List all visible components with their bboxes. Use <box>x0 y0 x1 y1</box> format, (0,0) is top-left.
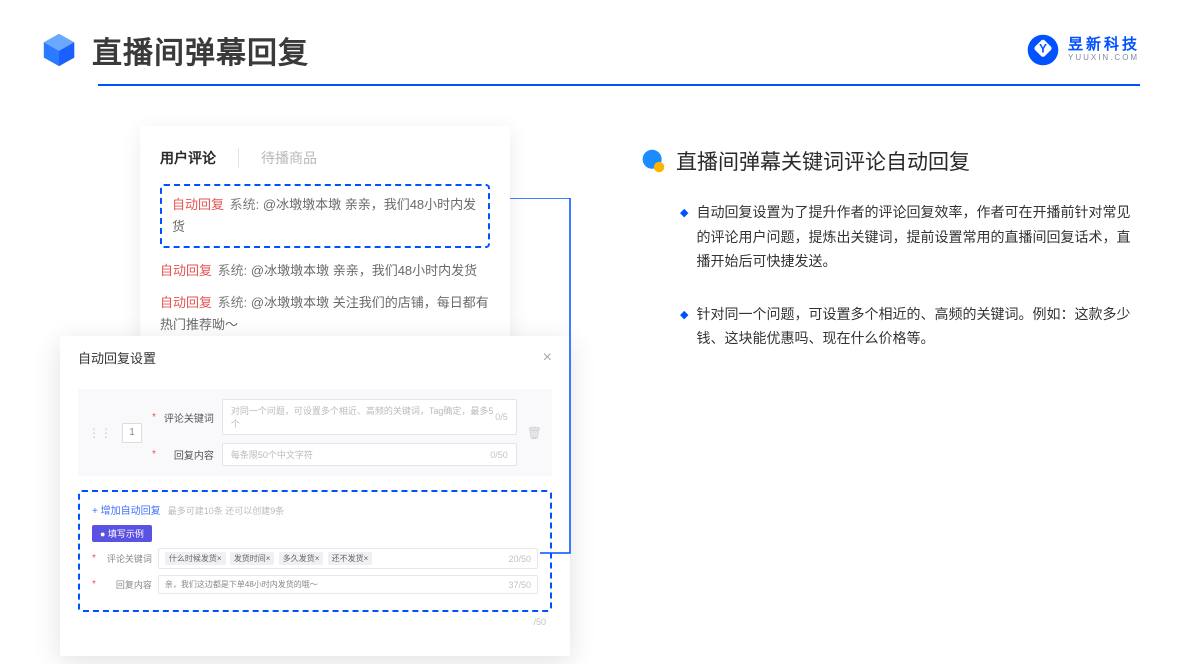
page-header: 直播间弹幕回复 Y 昱新科技 YUUXIN.COM <box>0 0 1180 72</box>
add-reply-hint: 最多可建10条 还可以创建9条 <box>168 506 285 516</box>
brand-logo-text: 昱新科技 YUUXIN.COM <box>1068 37 1140 62</box>
keyword-counter: 0/5 <box>495 412 508 422</box>
example-badge: ● 填写示例 <box>92 525 152 542</box>
ex-content-label: 回复内容 <box>102 578 152 591</box>
ex-keyword-input[interactable]: 什么时候发货× 发货时间× 多久发货× 还不发货× 20/50 <box>158 548 538 569</box>
trash-icon[interactable]: 🗑 <box>527 426 542 440</box>
modal-header: 自动回复设置 × <box>78 348 552 375</box>
content-label: 回复内容 <box>164 447 214 462</box>
comment-line-highlighted: 自动回复 系统: @冰墩墩本墩 亲亲，我们48小时内发货 <box>172 194 478 238</box>
drag-handle-icon[interactable]: ⋮⋮ <box>88 426 112 440</box>
bullet-item: ◆ 针对同一个问题，可设置多个相近的、高频的关键词。例如：这款多少钱、这块能优惠… <box>640 302 1140 351</box>
bullet-item: ◆ 自动回复设置为了提升作者的评论回复效率，作者可在开播前针对常见的评论用户问题… <box>640 200 1140 274</box>
cube-icon <box>40 31 78 69</box>
auto-reply-tag: 自动回复 <box>160 263 212 278</box>
required-star: * <box>152 412 156 423</box>
add-reply-link[interactable]: + 增加自动回复 <box>92 506 161 517</box>
required-star: * <box>92 553 96 564</box>
ex-keyword-counter: 20/50 <box>508 554 531 564</box>
system-label: 系统: <box>230 197 260 212</box>
screenshot-preview-column: 用户评论 待播商品 自动回复 系统: @冰墩墩本墩 亲亲，我们48小时内发货 自… <box>60 126 570 379</box>
required-star: * <box>152 449 156 460</box>
highlighted-comment: 自动回复 系统: @冰墩墩本墩 亲亲，我们48小时内发货 <box>160 184 490 248</box>
keyword-tag: 多久发货× <box>279 552 324 565</box>
auto-reply-tag: 自动回复 <box>172 197 224 212</box>
description-column: 直播间弹幕关键词评论自动回复 ◆ 自动回复设置为了提升作者的评论回复效率，作者可… <box>640 126 1140 379</box>
page-title: 直播间弹幕回复 <box>92 28 309 72</box>
brand-logo: Y 昱新科技 YUUXIN.COM <box>1026 33 1140 67</box>
comment-panel: 用户评论 待播商品 自动回复 系统: @冰墩墩本墩 亲亲，我们48小时内发货 自… <box>140 126 510 354</box>
ex-content-input[interactable]: 亲，我们这边都是下单48小时内发货的哦～ 37/50 <box>158 575 538 594</box>
keyword-tag: 什么时候发货× <box>165 552 226 565</box>
bullet-text: 针对同一个问题，可设置多个相近的、高频的关键词。例如：这款多少钱、这块能优惠吗、… <box>696 302 1140 351</box>
rule-block: ⋮⋮ 1 * 评论关键词 对同一个问题，可设置多个相近、高频的关键词，Tag确定… <box>78 389 552 476</box>
auto-reply-tag: 自动回复 <box>160 295 212 310</box>
comment-line: 自动回复 系统: @冰墩墩本墩 亲亲，我们48小时内发货 <box>160 260 490 282</box>
required-star: * <box>92 579 96 590</box>
keyword-tag: 还不发货× <box>328 552 373 565</box>
bullet-text: 自动回复设置为了提升作者的评论回复效率，作者可在开播前针对常见的评论用户问题，提… <box>696 200 1140 274</box>
input-placeholder: 每条限50个中文字符 <box>231 448 313 461</box>
keyword-tag: 发货时间× <box>230 552 275 565</box>
ex-content-counter: 37/50 <box>508 580 531 590</box>
ex-content-value: 亲，我们这边都是下单48小时内发货的哦～ <box>165 579 318 590</box>
diamond-bullet-icon: ◆ <box>680 204 688 274</box>
auto-reply-settings-modal: 自动回复设置 × ⋮⋮ 1 * 评论关键词 对同一个问题，可设置多个相近、高频的… <box>60 336 570 656</box>
diamond-bullet-icon: ◆ <box>680 306 688 351</box>
ex-keyword-label: 评论关键词 <box>102 552 152 565</box>
close-icon[interactable]: × <box>543 349 552 367</box>
header-left: 直播间弹幕回复 <box>40 28 309 72</box>
system-label: 系统: <box>218 295 248 310</box>
chat-bubble-icon <box>640 148 666 174</box>
system-label: 系统: <box>218 263 248 278</box>
outer-counter: /50 <box>533 617 546 627</box>
rule-index: 1 <box>122 423 142 443</box>
brand-name-en: YUUXIN.COM <box>1068 54 1140 63</box>
tab-pending-products[interactable]: 待播商品 <box>261 148 317 168</box>
keyword-label: 评论关键词 <box>164 410 214 425</box>
comment-line: 自动回复 系统: @冰墩墩本墩 关注我们的店铺，每日都有热门推荐呦～ <box>160 292 490 336</box>
keyword-input[interactable]: 对同一个问题，可设置多个相近、高频的关键词，Tag确定，最多5个 0/5 <box>222 399 517 435</box>
section-header: 直播间弹幕关键词评论自动回复 <box>640 146 1140 176</box>
modal-title: 自动回复设置 <box>78 348 156 367</box>
content-counter: 0/50 <box>490 450 508 460</box>
tab-user-comments[interactable]: 用户评论 <box>160 148 216 168</box>
brand-logo-icon: Y <box>1026 33 1060 67</box>
input-placeholder: 对同一个问题，可设置多个相近、高频的关键词，Tag确定，最多5个 <box>231 404 495 430</box>
comment-text: @冰墩墩本墩 亲亲，我们48小时内发货 <box>251 263 477 278</box>
content-input[interactable]: 每条限50个中文字符 0/50 <box>222 443 517 466</box>
brand-name-cn: 昱新科技 <box>1068 37 1140 54</box>
tab-separator <box>238 148 239 168</box>
svg-text:Y: Y <box>1039 42 1047 56</box>
example-section: + 增加自动回复 最多可建10条 还可以创建9条 ● 填写示例 * 评论关键词 … <box>78 490 552 612</box>
section-title: 直播间弹幕关键词评论自动回复 <box>676 146 970 176</box>
comment-tabs: 用户评论 待播商品 <box>160 148 490 168</box>
